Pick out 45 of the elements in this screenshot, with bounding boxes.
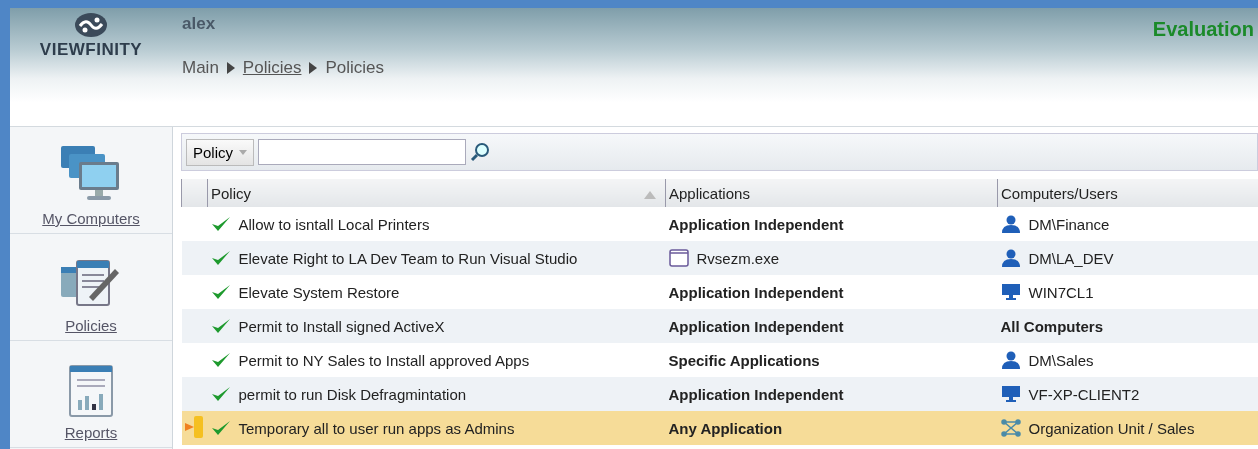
computer-user-cell: All Computers <box>1000 317 1103 335</box>
computer-user-cell: DM\Sales <box>1028 351 1094 369</box>
application-cell: Application Independent <box>668 283 844 301</box>
sidebar-link[interactable]: Reports <box>64 424 118 441</box>
computer-user-cell: DM\LA_DEV <box>1028 249 1114 267</box>
search-icon[interactable] <box>470 142 490 162</box>
report-icon <box>68 364 114 418</box>
policy-name[interactable]: Allow to isntall Local Printers <box>238 215 430 233</box>
logo-icon <box>74 12 108 38</box>
license-label: Evaluation <box>1152 18 1254 41</box>
computer-user-cell: WIN7CL1 <box>1028 283 1094 301</box>
network-icon <box>1000 419 1021 437</box>
breadcrumb-item: Main <box>182 58 219 78</box>
computer-user-cell: VF-XP-CLIENT2 <box>1028 385 1140 403</box>
column-header[interactable]: Applications <box>669 184 750 202</box>
application-cell: Application Independent <box>668 385 844 403</box>
breadcrumb-arrow-icon <box>226 62 235 74</box>
application-cell: Any Application <box>668 419 783 437</box>
computer-user-cell: Organization Unit / Sales <box>1028 419 1195 437</box>
search-field[interactable] <box>258 139 466 165</box>
edit-marker-icon <box>184 414 205 439</box>
window-icon <box>668 249 689 267</box>
sidebar-link[interactable]: Policies <box>65 317 117 334</box>
application-cell: Application Independent <box>668 215 844 233</box>
computer-user-cell: DM\Finance <box>1028 215 1110 233</box>
brand-name: VIEWFINITY <box>39 40 143 60</box>
breadcrumb-arrow-icon <box>309 62 318 74</box>
user-icon <box>1000 215 1021 233</box>
policy-name[interactable]: Elevate System Restore <box>238 283 400 301</box>
monitor-icon <box>1000 385 1021 403</box>
policy-name[interactable]: Permit to NY Sales to Install approved Apps <box>238 351 530 369</box>
sort-icon[interactable] <box>644 190 656 199</box>
breadcrumb-item: Policies <box>325 58 385 78</box>
monitor-icon <box>1000 283 1021 301</box>
application-cell: Application Independent <box>668 317 844 335</box>
breadcrumb-link[interactable]: Policies <box>242 58 302 78</box>
user-name: alex <box>182 14 216 34</box>
application-cell: Specific Applications <box>668 351 820 369</box>
filter-dropdown[interactable]: Policy <box>186 138 254 166</box>
user-icon <box>1000 249 1021 267</box>
user-icon <box>1000 351 1021 369</box>
sidebar-link[interactable]: My Computers <box>42 210 140 227</box>
application-cell: Rvsezm.exe <box>696 249 780 267</box>
column-header[interactable]: Policy <box>211 184 251 202</box>
caret-icon <box>239 149 247 155</box>
